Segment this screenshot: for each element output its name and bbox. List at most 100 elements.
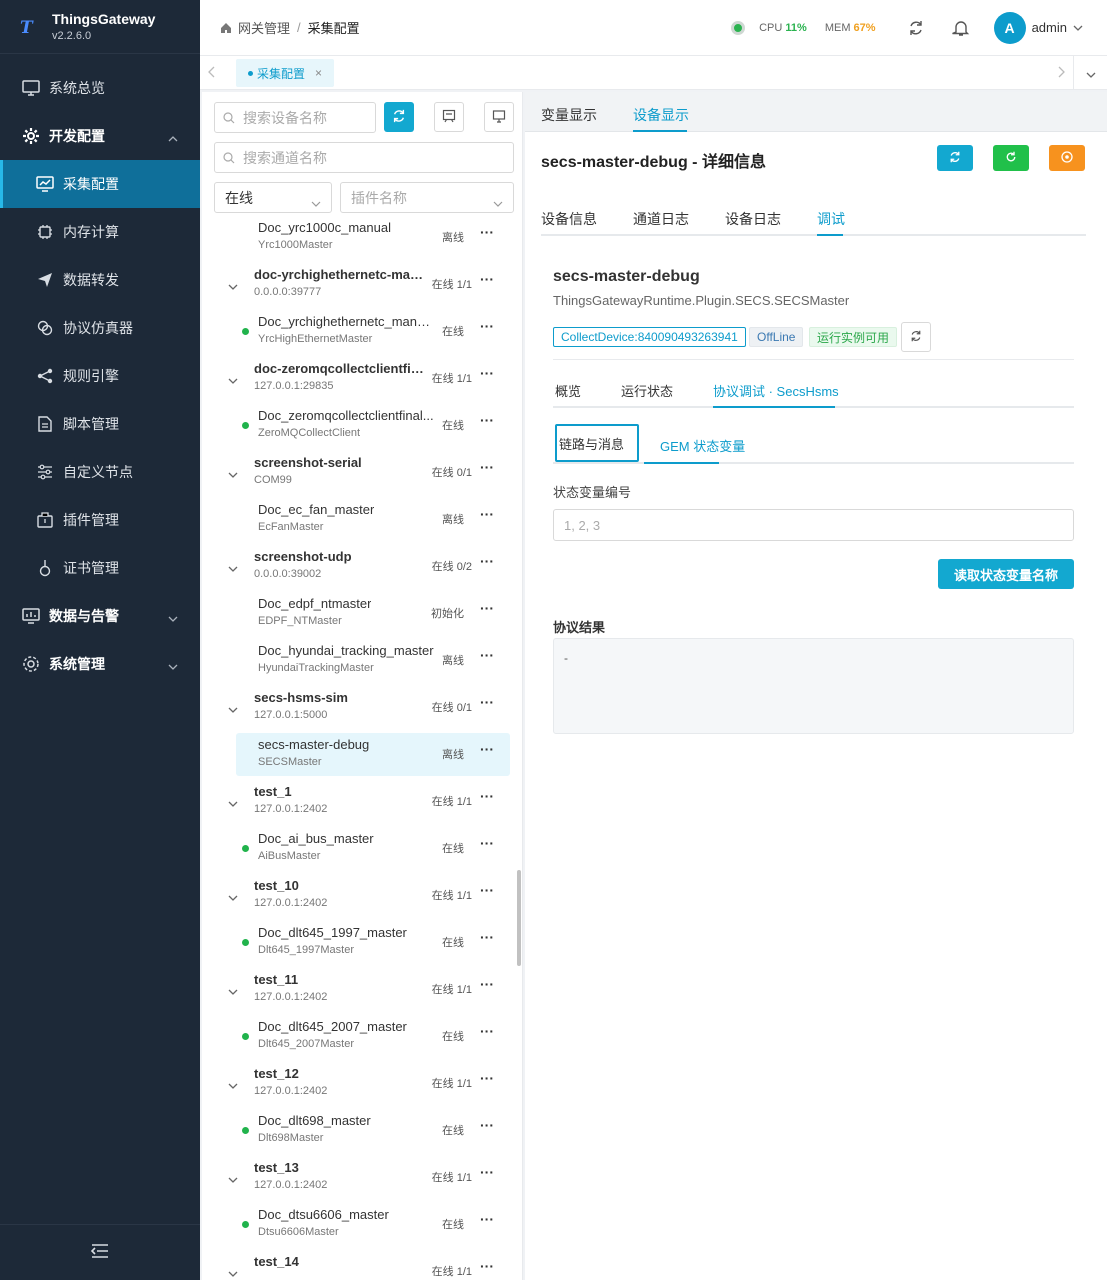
more-icon[interactable]: ··· [480,271,494,287]
device-row[interactable]: Doc_yrchighethernetc_manual YrcHighEthern… [202,308,520,355]
more-icon[interactable]: ··· [480,1117,494,1133]
channel-row[interactable]: screenshot-udp 0.0.0.0:39002 在线 0/2 ··· [202,543,520,590]
more-icon[interactable]: ··· [480,741,494,757]
tree-scrollbar[interactable] [517,870,521,966]
chevron-left-icon[interactable] [208,66,216,81]
more-icon[interactable]: ··· [480,882,494,898]
read-status-var-names-button[interactable]: 读取状态变量名称 [938,559,1074,589]
search-channel-input[interactable]: 搜索通道名称 [214,142,514,173]
more-icon[interactable]: ··· [480,694,494,710]
sidebar-item-script-manage[interactable]: 脚本管理 [0,400,200,448]
device-row[interactable]: Doc_yrc1000c_manual Yrc1000Master 离线 ··· [202,214,520,261]
username[interactable]: admin [1032,20,1067,35]
sidebar-item-rule-engine[interactable]: 规则引擎 [0,352,200,400]
tab-variable-display[interactable]: 变量显示 [541,105,597,125]
device-row[interactable]: secs-master-debug SECSMaster 离线 ··· [202,731,520,778]
tab-protocol-debug[interactable]: 协议调试 · SecsHsms [713,381,839,400]
channel-row[interactable]: doc-yrchighethernetc-man... 0.0.0.0:39777… [202,261,520,308]
chevron-down-icon[interactable] [228,1265,238,1280]
channel-row[interactable]: test_13 127.0.0.1:2402 在线 1/1 ··· [202,1154,520,1201]
more-icon[interactable]: ··· [480,835,494,851]
sidebar-group-dev-config[interactable]: 开发配置 [0,112,200,160]
chevron-down-icon[interactable] [228,1171,238,1186]
channel-row[interactable]: test_10 127.0.0.1:2402 在线 1/1 ··· [202,872,520,919]
sidebar-item-custom-node[interactable]: 自定义节点 [0,448,200,496]
channel-row[interactable]: test_12 127.0.0.1:2402 在线 1/1 ··· [202,1060,520,1107]
restart-button[interactable] [993,145,1029,171]
sidebar-item-overview[interactable]: 系统总览 [0,64,200,112]
more-icon[interactable]: ··· [480,976,494,992]
tab-run-status[interactable]: 运行状态 [621,381,673,400]
device-row[interactable]: Doc_dlt698_master Dlt698Master 在线 ··· [202,1107,520,1154]
more-icon[interactable]: ··· [480,506,494,522]
more-icon[interactable]: ··· [480,553,494,569]
chevron-right-icon[interactable] [1057,66,1065,81]
tab-channel-log[interactable]: 通道日志 [633,209,689,229]
more-icon[interactable]: ··· [480,929,494,945]
more-icon[interactable]: ··· [480,1023,494,1039]
tab-link-messages[interactable]: 链路与消息 [555,424,639,462]
more-icon[interactable]: ··· [480,365,494,381]
pause-button[interactable] [1049,145,1085,171]
channel-row[interactable]: screenshot-serial COM99 在线 0/1 ··· [202,449,520,496]
channel-row[interactable]: test_1 127.0.0.1:2402 在线 1/1 ··· [202,778,520,825]
refresh-tree-button[interactable] [384,102,414,132]
more-icon[interactable]: ··· [480,318,494,334]
app-logo[interactable]: T ThingsGateway v2.2.6.0 [0,0,200,54]
device-row[interactable]: Doc_dtsu6606_master Dtsu6606Master 在线 ··· [202,1201,520,1248]
sidebar-group-data-alarm[interactable]: 数据与告警 [0,592,200,640]
collapse-sidebar-button[interactable] [0,1224,200,1280]
chevron-down-icon[interactable] [228,983,238,998]
chevron-down-icon[interactable] [228,1077,238,1092]
tab-gem-status-vars[interactable]: GEM 状态变量 [660,436,745,455]
more-icon[interactable]: ··· [480,1070,494,1086]
more-icon[interactable]: ··· [480,600,494,616]
more-icon[interactable]: ··· [480,1258,494,1274]
sidebar-item-plugin-manage[interactable]: 插件管理 [0,496,200,544]
device-row[interactable]: Doc_dlt645_2007_master Dlt645_2007Master 在… [202,1013,520,1060]
chevron-down-icon[interactable] [228,372,238,387]
tabs-dropdown-button[interactable] [1073,56,1107,90]
more-icon[interactable]: ··· [480,459,494,475]
status-var-id-input[interactable]: 1, 2, 3 [553,509,1074,541]
more-icon[interactable]: ··· [480,788,494,804]
device-row[interactable]: Doc_hyundai_tracking_master HyundaiTracki… [202,637,520,684]
more-icon[interactable]: ··· [480,412,494,428]
close-icon[interactable]: × [315,66,322,80]
sidebar-item-collect-config[interactable]: 采集配置 [0,160,200,208]
refresh-status-button[interactable] [901,322,931,352]
tab-device-log[interactable]: 设备日志 [725,209,781,229]
sidebar-item-memory-compute[interactable]: 内存计算 [0,208,200,256]
tab-device-info[interactable]: 设备信息 [541,209,597,229]
refresh-button[interactable] [937,145,973,171]
channel-row[interactable]: test_14 在线 1/1 ··· [202,1248,520,1280]
chevron-down-icon[interactable] [228,560,238,575]
home-icon[interactable] [220,22,232,34]
device-row[interactable]: Doc_zeromqcollectclientfinal... ZeroMQCol… [202,402,520,449]
chevron-down-icon[interactable] [1073,22,1083,34]
tab-debug[interactable]: 调试 [817,209,845,229]
import-button[interactable] [434,102,464,132]
chevron-down-icon[interactable] [228,795,238,810]
chevron-down-icon[interactable] [228,466,238,481]
display-button[interactable] [484,102,514,132]
tab-device-display[interactable]: 设备显示 [633,105,689,125]
chevron-down-icon[interactable] [228,278,238,293]
plugin-select[interactable]: 插件名称 [340,182,514,213]
more-icon[interactable]: ··· [480,1211,494,1227]
breadcrumb-item[interactable]: 网关管理 [238,18,290,37]
sidebar-item-data-forward[interactable]: 数据转发 [0,256,200,304]
sidebar-item-protocol-simulator[interactable]: 协议仿真器 [0,304,200,352]
channel-row[interactable]: secs-hsms-sim 127.0.0.1:5000 在线 0/1 ··· [202,684,520,731]
chevron-down-icon[interactable] [228,701,238,716]
avatar[interactable]: A [993,11,1026,44]
bell-icon[interactable] [951,19,970,37]
tab-overview[interactable]: 概览 [555,381,581,400]
device-row[interactable]: Doc_ec_fan_master EcFanMaster 离线 ··· [202,496,520,543]
device-row[interactable]: Doc_dlt645_1997_master Dlt645_1997Master 在… [202,919,520,966]
channel-row[interactable]: test_11 127.0.0.1:2402 在线 1/1 ··· [202,966,520,1013]
more-icon[interactable]: ··· [480,647,494,663]
status-select[interactable]: 在线 [214,182,332,213]
search-device-input[interactable]: 搜索设备名称 [214,102,376,133]
refresh-icon[interactable] [908,20,924,36]
